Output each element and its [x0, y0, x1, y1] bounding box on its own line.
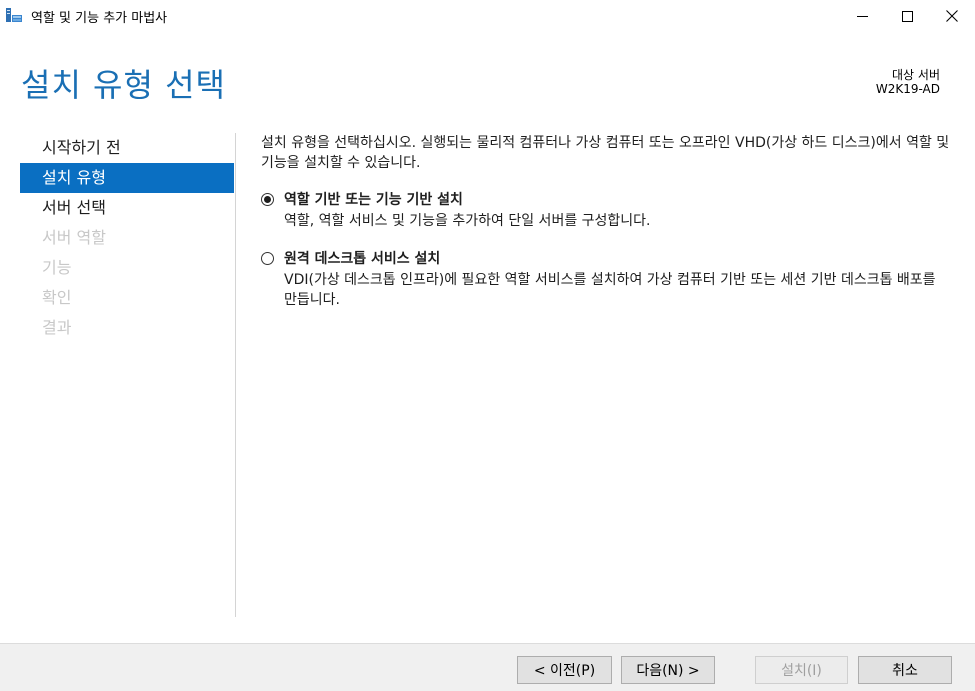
close-icon	[946, 10, 958, 22]
maximize-icon	[901, 10, 913, 22]
nav-item-server-roles: 서버 역할	[42, 228, 106, 247]
radio-role-based[interactable]	[261, 192, 274, 206]
window-title: 역할 및 기능 추가 마법사	[31, 11, 168, 26]
close-button[interactable]	[929, 0, 975, 32]
option-role-based-description: 역할, 역할 서비스 및 기능을 추가하여 단일 서버를 구성합니다.	[284, 213, 651, 229]
nav-item-before-you-begin[interactable]: 시작하기 전	[20, 133, 234, 163]
title-bar: 역할 및 기능 추가 마법사	[0, 0, 975, 32]
maximize-button[interactable]	[884, 0, 930, 32]
minimize-button[interactable]	[839, 0, 885, 32]
nav-divider	[235, 133, 236, 617]
radio-remote-desktop[interactable]	[261, 251, 274, 265]
option-remote-desktop-description: VDI(가상 데스크톱 인프라)에 필요한 역할 서비스를 설치하여 가상 컴퓨…	[284, 272, 936, 308]
nav-item-installation-type[interactable]: 설치 유형	[20, 163, 234, 193]
installation-type-description: 설치 유형을 선택하십시오. 실행되는 물리적 컴퓨터나 가상 컴퓨터 또는 오…	[261, 135, 950, 171]
server-manager-icon	[6, 8, 22, 22]
page-title: 설치 유형 선택	[21, 66, 226, 104]
option-role-based-label[interactable]: 역할 기반 또는 기능 기반 설치	[284, 189, 463, 209]
next-button[interactable]: 다음(N) >	[621, 656, 715, 684]
option-remote-desktop[interactable]: 원격 데스크톱 서비스 설치 VDI(가상 데스크톱 인프라)에 필요한 역할 …	[261, 248, 951, 310]
previous-button[interactable]: < 이전(P)	[517, 656, 612, 684]
wizard-step-nav: 시작하기 전 설치 유형 서버 선택 서버 역할 기능 확인 결과	[20, 133, 234, 343]
option-remote-desktop-label[interactable]: 원격 데스크톱 서비스 설치	[284, 248, 440, 268]
cancel-button[interactable]: 취소	[858, 656, 952, 684]
target-server-name: W2K19-AD	[875, 82, 940, 96]
target-server-label: 대상 서버	[892, 68, 940, 82]
nav-item-server-selection[interactable]: 서버 선택	[20, 193, 234, 223]
option-role-based[interactable]: 역할 기반 또는 기능 기반 설치 역할, 역할 서비스 및 기능을 추가하여 …	[261, 189, 951, 231]
nav-item-features: 기능	[42, 258, 72, 277]
nav-item-confirmation: 확인	[42, 288, 72, 307]
nav-item-results: 결과	[42, 318, 72, 337]
install-button[interactable]: 설치(I)	[755, 656, 848, 684]
minimize-icon	[856, 15, 868, 17]
